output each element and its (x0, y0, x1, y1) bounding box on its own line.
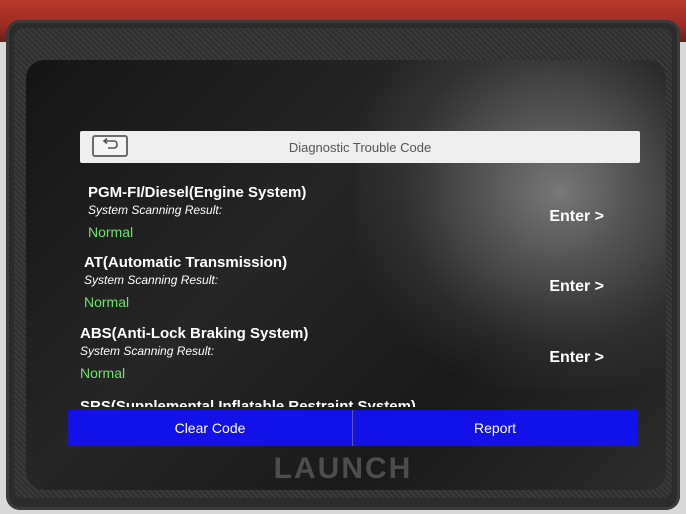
system-name-partial[interactable]: SRS(Supplemental Inflatable Restraint Sy… (80, 398, 416, 407)
page-title: Diagnostic Trouble Code (288, 140, 432, 155)
enter-button[interactable]: Enter > (549, 208, 604, 226)
enter-button[interactable]: Enter > (549, 278, 604, 296)
action-bar: Clear Code Report (68, 410, 637, 446)
system-status: Normal (80, 365, 126, 381)
title-bar: Diagnostic Trouble Code (80, 131, 640, 163)
system-row[interactable]: ABS(Anti-Lock Braking System) System Sca… (76, 325, 624, 393)
brand-logo: LAUNCH (273, 452, 413, 485)
system-status: Normal (84, 294, 130, 310)
enter-button[interactable]: Enter > (549, 349, 604, 367)
system-result-label: System Scanning Result: (80, 344, 215, 358)
system-name: ABS(Anti-Lock Braking System) (80, 325, 309, 342)
system-name: PGM-FI/Diesel(Engine System) (88, 184, 307, 201)
system-row[interactable]: AT(Automatic Transmission) System Scanni… (80, 254, 624, 322)
report-button[interactable]: Report (353, 410, 637, 446)
system-row[interactable]: PGM-FI/Diesel(Engine System) System Scan… (84, 184, 624, 252)
system-status: Normal (88, 224, 134, 240)
system-name: AT(Automatic Transmission) (84, 254, 288, 271)
clear-code-button[interactable]: Clear Code (68, 410, 352, 446)
system-result-label: System Scanning Result: (88, 203, 223, 217)
system-result-label: System Scanning Result: (84, 273, 219, 287)
